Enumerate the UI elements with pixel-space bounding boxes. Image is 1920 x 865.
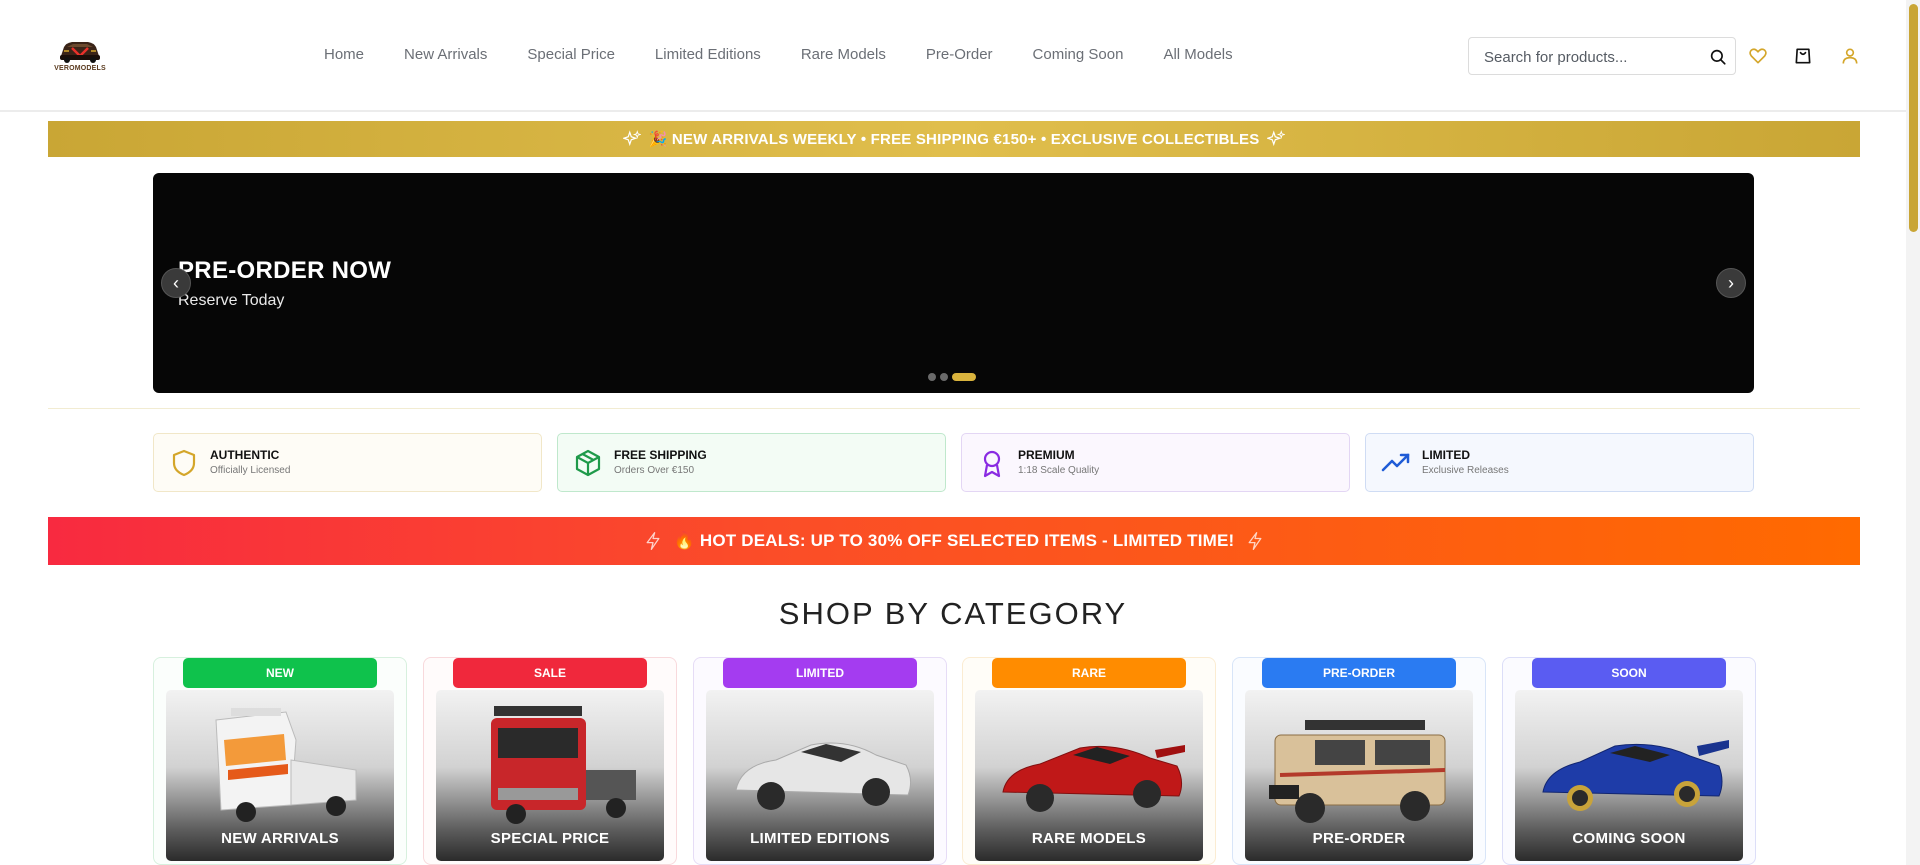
nav-coming-soon[interactable]: Coming Soon bbox=[1033, 46, 1124, 64]
category-label: RARE MODELS bbox=[1031, 830, 1147, 847]
carousel-next-button[interactable]: › bbox=[1716, 268, 1746, 298]
feature-desc: 1:18 Scale Quality bbox=[1018, 465, 1100, 476]
hero-subtitle: Reserve Today bbox=[178, 292, 285, 309]
red-car-model-image bbox=[1002, 745, 1185, 812]
main-nav: Home New Arrivals Special Price Limited … bbox=[324, 46, 1273, 64]
lightning-icon bbox=[1248, 532, 1262, 550]
category-card-coming-soon[interactable]: SOON COMING SOON bbox=[1502, 657, 1756, 865]
category-badge: PRE-ORDER bbox=[1262, 658, 1456, 688]
sparkles-icon bbox=[1267, 130, 1286, 147]
category-badge: SALE bbox=[453, 658, 647, 688]
carousel-dots bbox=[928, 373, 976, 381]
truck-model-image bbox=[215, 708, 357, 822]
sparkles-icon bbox=[622, 130, 641, 147]
carousel-dot[interactable] bbox=[928, 373, 936, 381]
category-badge: NEW bbox=[183, 658, 377, 688]
white-car-model-image bbox=[735, 742, 912, 810]
search-input[interactable] bbox=[1484, 47, 1694, 67]
category-label: NEW ARRIVALS bbox=[221, 830, 339, 847]
suv-model-image bbox=[1269, 720, 1446, 823]
red-truck-model-image bbox=[491, 706, 636, 824]
heart-icon[interactable] bbox=[1748, 46, 1768, 66]
nav-home[interactable]: Home bbox=[324, 46, 364, 64]
category-card-pre-order[interactable]: PRE-ORDER PRE-ORDER bbox=[1232, 657, 1486, 865]
logo-car-icon bbox=[60, 42, 100, 63]
feature-authentic: AUTHENTIC Officially Licensed bbox=[153, 433, 542, 492]
nav-special-price[interactable]: Special Price bbox=[527, 46, 615, 64]
category-image[interactable]: PRE-ORDER bbox=[1245, 690, 1473, 861]
nav-limited-editions[interactable]: Limited Editions bbox=[655, 46, 761, 64]
category-image[interactable]: LIMITED EDITIONS bbox=[706, 690, 934, 861]
category-label: SPECIAL PRICE bbox=[490, 830, 610, 847]
category-card-limited-editions[interactable]: LIMITED LIMITED EDITIONS bbox=[693, 657, 947, 865]
category-image[interactable]: RARE MODELS bbox=[975, 690, 1203, 861]
hero-carousel[interactable]: PRE-ORDER NOW Reserve Today ‹ › bbox=[153, 173, 1754, 393]
nav-pre-order[interactable]: Pre-Order bbox=[926, 46, 993, 64]
nav-all-models[interactable]: All Models bbox=[1163, 46, 1232, 64]
feature-desc: Officially Licensed bbox=[210, 465, 291, 476]
category-image[interactable]: NEW ARRIVALS bbox=[166, 690, 394, 861]
lightning-icon bbox=[646, 532, 660, 550]
carousel-dot[interactable] bbox=[940, 373, 948, 381]
hot-deals-text: 🔥 HOT DEALS: UP TO 30% OFF SELECTED ITEM… bbox=[673, 531, 1235, 550]
category-card-special-price[interactable]: SALE SPECIAL PRICE bbox=[423, 657, 677, 865]
feature-name: PREMIUM bbox=[1018, 448, 1075, 462]
box-icon bbox=[575, 449, 601, 477]
category-card-rare-models[interactable]: RARE RARE MODELS bbox=[962, 657, 1216, 865]
hot-deals-banner[interactable]: 🔥 HOT DEALS: UP TO 30% OFF SELECTED ITEM… bbox=[48, 517, 1860, 565]
nav-new-arrivals[interactable]: New Arrivals bbox=[404, 46, 487, 64]
trending-up-icon bbox=[1381, 453, 1410, 472]
search-icon[interactable] bbox=[1709, 48, 1727, 66]
carousel-prev-button[interactable]: ‹ bbox=[161, 268, 191, 298]
category-card-new-arrivals[interactable]: NEW NEW ARRIVALS bbox=[153, 657, 407, 865]
shopping-bag-icon[interactable] bbox=[1793, 46, 1813, 66]
user-icon[interactable] bbox=[1840, 46, 1860, 66]
award-icon bbox=[983, 450, 1001, 478]
section-title: SHOP BY CATEGORY bbox=[778, 596, 1128, 631]
feature-limited: LIMITED Exclusive Releases bbox=[1365, 433, 1754, 492]
feature-desc: Orders Over €150 bbox=[614, 465, 695, 476]
category-badge: RARE bbox=[992, 658, 1186, 688]
nav-rare-models[interactable]: Rare Models bbox=[801, 46, 886, 64]
shield-icon bbox=[172, 449, 196, 477]
feature-name: FREE SHIPPING bbox=[614, 448, 707, 462]
category-badge: SOON bbox=[1532, 658, 1726, 688]
scrollbar-thumb[interactable] bbox=[1909, 4, 1918, 232]
divider bbox=[48, 408, 1860, 409]
feature-name: AUTHENTIC bbox=[210, 448, 280, 462]
blue-car-model-image bbox=[1542, 740, 1729, 811]
logo[interactable]: VEROMODELS bbox=[52, 34, 108, 76]
announcement-bar: 🎉 NEW ARRIVALS WEEKLY • FREE SHIPPING €1… bbox=[48, 121, 1860, 157]
category-image[interactable]: COMING SOON bbox=[1515, 690, 1743, 861]
category-image[interactable]: SPECIAL PRICE bbox=[436, 690, 664, 861]
category-badge: LIMITED bbox=[723, 658, 917, 688]
site-header: VEROMODELS Home New Arrivals Special Pri… bbox=[0, 0, 1906, 112]
hero-title: PRE-ORDER NOW bbox=[178, 257, 392, 284]
scrollbar[interactable] bbox=[1906, 0, 1920, 865]
category-label: LIMITED EDITIONS bbox=[750, 830, 890, 847]
feature-free-shipping: FREE SHIPPING Orders Over €150 bbox=[557, 433, 946, 492]
feature-name: LIMITED bbox=[1422, 448, 1470, 462]
announcement-text: 🎉 NEW ARRIVALS WEEKLY • FREE SHIPPING €1… bbox=[648, 131, 1260, 148]
search-box bbox=[1468, 37, 1736, 75]
logo-text: VEROMODELS bbox=[54, 65, 106, 72]
feature-desc: Exclusive Releases bbox=[1422, 465, 1509, 476]
category-label: PRE-ORDER bbox=[1312, 830, 1406, 847]
category-label: COMING SOON bbox=[1572, 830, 1686, 847]
feature-premium: PREMIUM 1:18 Scale Quality bbox=[961, 433, 1350, 492]
carousel-dot-active[interactable] bbox=[952, 373, 976, 381]
